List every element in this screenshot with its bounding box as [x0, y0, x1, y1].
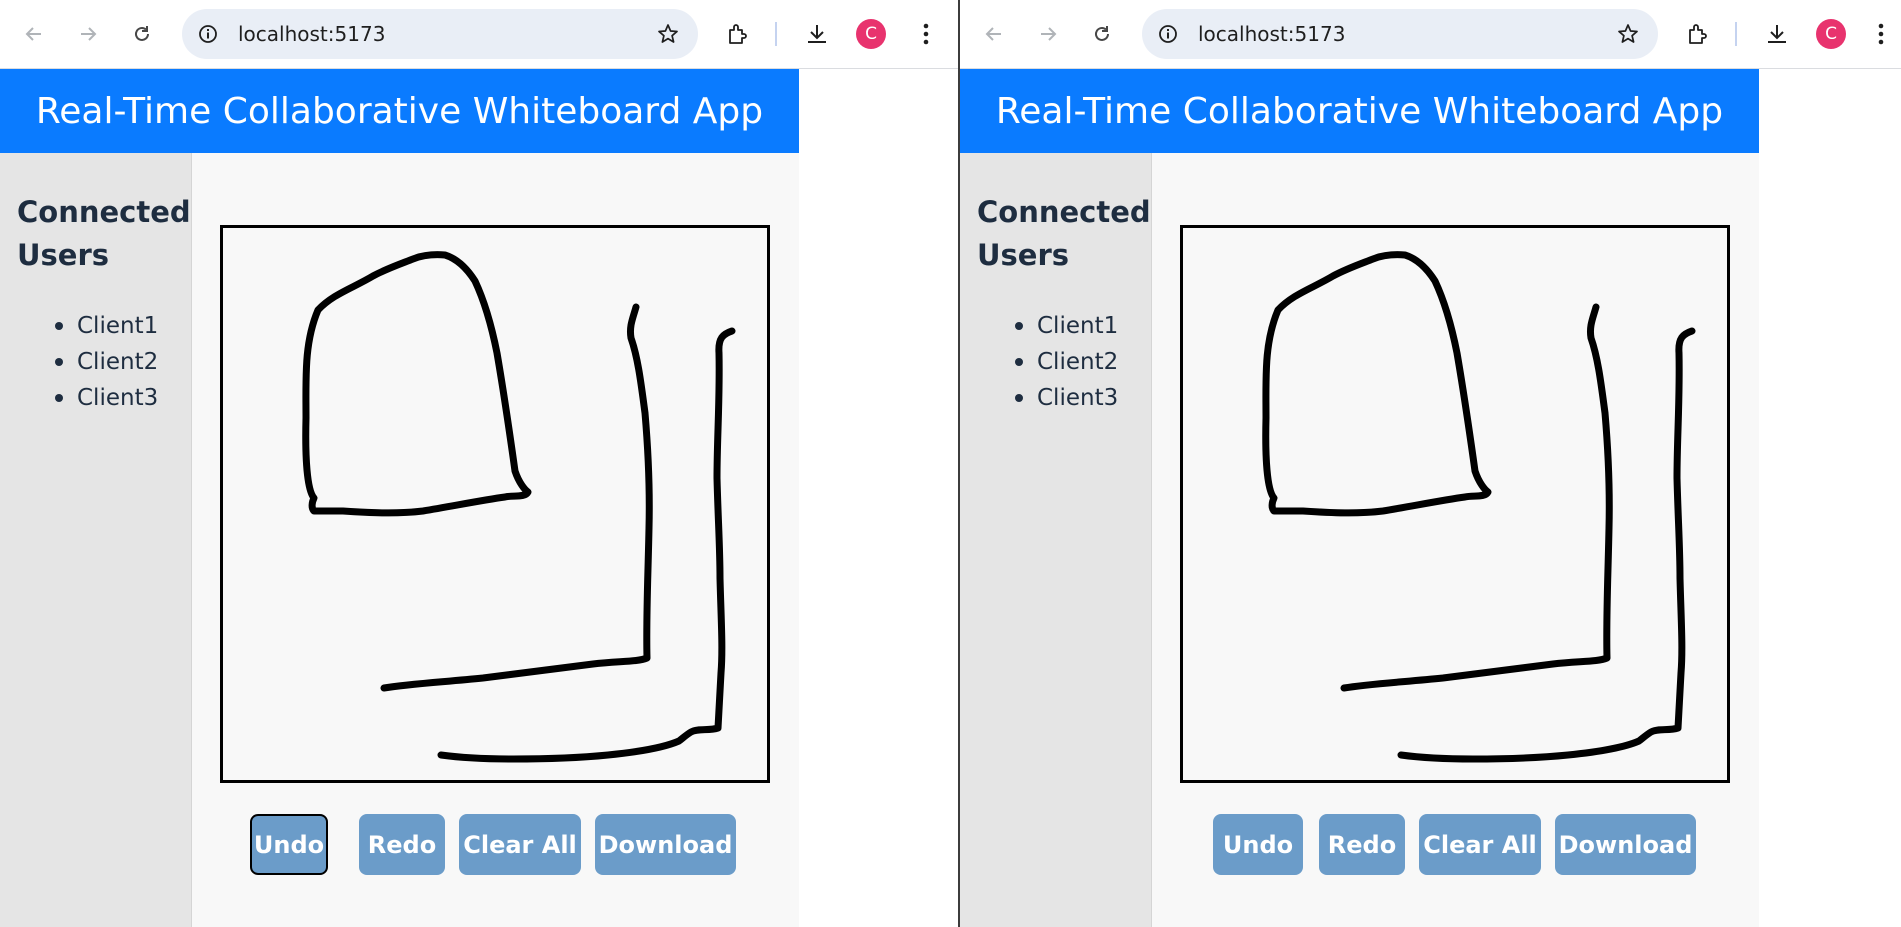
extensions-icon: [1689, 24, 1707, 44]
site-info-icon[interactable]: [192, 18, 224, 50]
redo-button[interactable]: Redo: [1319, 814, 1405, 875]
download-button[interactable]: Download: [595, 814, 736, 875]
whiteboard-app: Real-Time Collaborative Whiteboard App C…: [960, 69, 1759, 927]
toolbar-separator: [1735, 22, 1737, 46]
more-menu-icon: [923, 23, 929, 45]
clear-all-button[interactable]: Clear All: [1419, 814, 1541, 875]
user-list: Client1 Client2 Client3: [977, 308, 1118, 416]
drawing-strokes: [1262, 251, 1696, 763]
profile-avatar[interactable]: C: [1816, 19, 1846, 49]
redo-button[interactable]: Redo: [359, 814, 445, 875]
stroke-line-2: [1397, 327, 1696, 763]
main-area: Undo Redo Clear All Download: [192, 153, 799, 927]
downloads-button[interactable]: [797, 14, 837, 54]
more-menu-button[interactable]: [906, 14, 946, 54]
forward-button[interactable]: [68, 14, 108, 54]
reload-button[interactable]: [1082, 14, 1122, 54]
profile-avatar[interactable]: C: [856, 19, 886, 49]
drawing-canvas[interactable]: [1180, 225, 1730, 783]
extensions-button[interactable]: [1678, 14, 1718, 54]
app-title: Real-Time Collaborative Whiteboard App: [960, 69, 1759, 153]
back-button[interactable]: [974, 14, 1014, 54]
undo-button[interactable]: Undo: [250, 814, 328, 875]
download-icon: [808, 25, 826, 43]
download-icon: [1768, 25, 1786, 43]
connected-users-heading: Connected Users: [17, 195, 191, 272]
user-list-item: Client1: [977, 308, 1118, 344]
drawing-canvas[interactable]: [220, 225, 770, 783]
toolbar-separator: [775, 22, 777, 46]
extensions-button[interactable]: [718, 14, 758, 54]
address-bar[interactable]: localhost:5173: [1142, 9, 1658, 59]
stroke-line-2: [437, 327, 736, 763]
undo-button[interactable]: Undo: [1213, 814, 1303, 875]
forward-arrow-icon: [1041, 27, 1057, 41]
url-text: localhost:5173: [238, 22, 386, 46]
browser-window-left: localhost:5173 C Real-Time Collaborative…: [0, 0, 958, 927]
user-list-item: Client1: [17, 308, 158, 344]
whiteboard-app: Real-Time Collaborative Whiteboard App C…: [0, 69, 799, 927]
more-menu-button[interactable]: [1861, 14, 1901, 54]
reload-button[interactable]: [122, 14, 162, 54]
browser-window-right: localhost:5173 C Real-Time Collaborative…: [960, 0, 1901, 927]
app-title: Real-Time Collaborative Whiteboard App: [0, 69, 799, 153]
reload-icon: [1095, 26, 1109, 41]
url-text: localhost:5173: [1198, 22, 1346, 46]
user-list-item: Client3: [977, 380, 1118, 416]
browser-toolbar: localhost:5173 C: [960, 0, 1901, 69]
extensions-icon: [729, 24, 747, 44]
clear-all-button[interactable]: Clear All: [459, 814, 581, 875]
stroke-shape: [1262, 251, 1492, 517]
user-list: Client1 Client2 Client3: [17, 308, 158, 416]
back-button[interactable]: [14, 14, 54, 54]
address-bar[interactable]: localhost:5173: [182, 9, 698, 59]
back-arrow-icon: [985, 27, 1001, 41]
user-list-item: Client2: [17, 344, 158, 380]
user-list-item: Client2: [977, 344, 1118, 380]
downloads-button[interactable]: [1757, 14, 1797, 54]
reload-icon: [135, 26, 149, 41]
forward-arrow-icon: [81, 27, 97, 41]
user-list-item: Client3: [17, 380, 158, 416]
stroke-shape: [302, 251, 532, 517]
browser-toolbar: localhost:5173 C: [0, 0, 958, 69]
main-area: Undo Redo Clear All Download: [1152, 153, 1759, 927]
back-arrow-icon: [25, 27, 41, 41]
users-sidebar: Connected Users Client1 Client2 Client3: [0, 153, 192, 927]
users-sidebar: Connected Users Client1 Client2 Client3: [960, 153, 1152, 927]
site-info-icon[interactable]: [1152, 18, 1184, 50]
drawing-strokes: [302, 251, 736, 763]
forward-button[interactable]: [1028, 14, 1068, 54]
bookmark-star-icon[interactable]: [652, 18, 684, 50]
bookmark-star-icon[interactable]: [1612, 18, 1644, 50]
more-menu-icon: [1878, 23, 1884, 45]
download-button[interactable]: Download: [1555, 814, 1696, 875]
connected-users-heading: Connected Users: [977, 195, 1151, 272]
